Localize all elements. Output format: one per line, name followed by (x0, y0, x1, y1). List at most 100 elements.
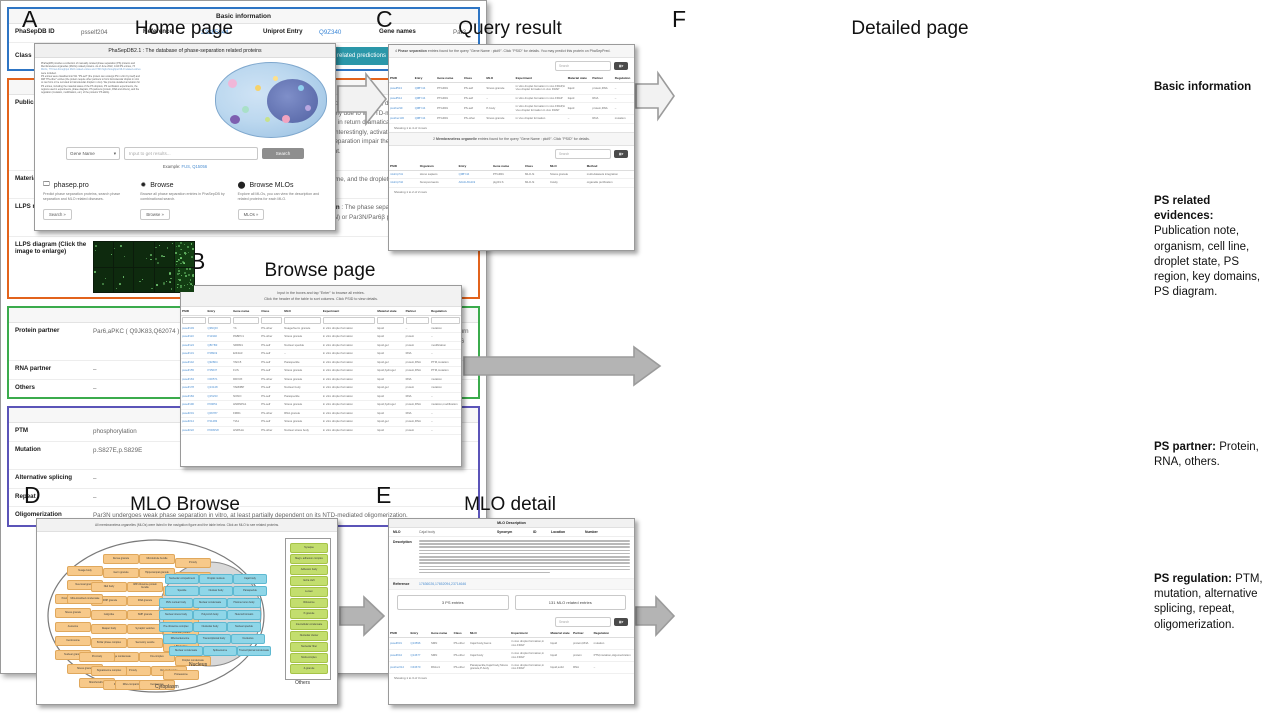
mlo-reference-value[interactable]: 17636026,17652094,23714646 (419, 582, 466, 586)
table-cell[interactable]: psother130 (389, 115, 414, 123)
mlo-chip-cytoplasm[interactable]: B-filar phase complex (91, 638, 127, 648)
table-cell[interactable]: Q15233 (207, 392, 233, 400)
column-header[interactable]: Material state (550, 629, 573, 638)
mlo-chip-other[interactable]: Nucleolar cluster (290, 631, 328, 641)
column-header[interactable]: Experiment (322, 307, 377, 316)
table-cell[interactable]: O43670 (410, 662, 431, 674)
gene-name-select[interactable]: Gene Name ▾ (66, 147, 120, 160)
table-cell[interactable]: psself155 (181, 367, 207, 375)
mlo-chip-cytoplasm[interactable]: P-body (175, 558, 211, 568)
mlo-chip-nucleus[interactable]: Polycomb body (193, 610, 227, 620)
column-header[interactable]: Gene name (430, 629, 453, 638)
column-header[interactable]: MLO (485, 74, 514, 83)
table-cell[interactable]: psself514 (389, 94, 414, 102)
table-cell[interactable]: O00571 (207, 375, 233, 383)
column-filter-input[interactable] (284, 317, 321, 324)
column-header[interactable]: Class (260, 307, 283, 316)
table-cell[interactable]: psself031 (389, 638, 410, 650)
column-filter-input[interactable] (431, 317, 460, 324)
mlo-chip-other[interactable]: Extra cleft (290, 576, 328, 586)
mlo-chip-cytoplasm[interactable]: Synaptic vesicles (127, 624, 163, 634)
table-cell[interactable]: psself124 (181, 341, 207, 349)
column-header[interactable]: Method (586, 162, 634, 171)
column-header[interactable]: Class (453, 629, 469, 638)
mlo-chip-cytoplasm[interactable]: Mito-localized condensate (67, 594, 103, 604)
column-header[interactable]: Class (524, 162, 549, 171)
table-cell[interactable]: Q9NQI0 (207, 325, 233, 333)
mlo-chip-nucleus[interactable]: Histone locus body (227, 598, 261, 608)
mlo-chip-other[interactable]: Magn. adhesion complex (290, 554, 328, 564)
mlo-chip-cytoplasm[interactable]: Stress granule (55, 608, 91, 618)
mlo-chip-nucleus[interactable]: Speckle (165, 586, 199, 596)
column-header[interactable]: Experiment (510, 629, 549, 638)
mlo-chip-nucleus[interactable]: Nuclear stress body (159, 610, 193, 620)
column-filter-input[interactable] (208, 317, 232, 324)
column-header[interactable]: Class (463, 74, 485, 83)
table-cell[interactable]: psself110 (181, 333, 207, 341)
column-header[interactable]: Partner (572, 629, 593, 638)
table-cell[interactable]: Q92804 (207, 358, 233, 366)
table-cell[interactable]: psself201 (181, 409, 207, 417)
mlo-chip-nucleus[interactable]: Pre-ribosome complex (159, 622, 193, 632)
table-cell[interactable]: mlohtp741 (389, 170, 419, 178)
uniprot-entry-value[interactable]: Q9Z340 (319, 28, 379, 38)
mlo-chip-cytoplasm[interactable]: Centrosome (55, 636, 91, 646)
table-cell[interactable]: psself131 (181, 350, 207, 358)
table-cell[interactable]: P0DMV8 (207, 426, 233, 434)
mlo-chip-other[interactable]: Z-granule (290, 664, 328, 674)
table-cell[interactable]: P09651 (207, 401, 233, 409)
mlo-chip-cytoplasm[interactable]: Secretory vesicle (127, 638, 163, 648)
mlo-chip-cytoplasm[interactable]: Axosome (55, 622, 91, 632)
table-cell[interactable]: mlohtp742 (389, 179, 419, 187)
table-cell[interactable]: P35637 (207, 367, 233, 375)
mlo-chip-cytoplasm[interactable]: Reaper body (91, 624, 127, 634)
column-header[interactable]: Material state (376, 307, 404, 316)
column-filter-input[interactable] (261, 317, 282, 324)
mlo-chip-other[interactable]: Lumen (290, 587, 328, 597)
query-search-input-1[interactable]: Search (555, 61, 611, 71)
column-header[interactable]: Material state (567, 74, 592, 83)
mlo-chip-nucleus[interactable]: Nuclear condensate (193, 598, 227, 608)
table-cell[interactable]: psself163 (181, 375, 207, 383)
table-cell[interactable]: Q9BY44 (414, 103, 436, 115)
table-cell[interactable]: Q9BY44 (458, 170, 492, 178)
table-cell[interactable]: P11940 (207, 333, 233, 341)
mlo-chip-nucleus[interactable]: Nuclear condensate (169, 646, 203, 656)
table-cell[interactable]: Q9BY44 (414, 94, 436, 102)
mlo-chip-nucleus[interactable]: Transcriptional body (197, 634, 231, 644)
search-input[interactable]: Input to get results... (124, 147, 258, 160)
mlo-chip-cytoplasm[interactable]: Signalosome complex (91, 666, 127, 676)
column-header[interactable]: PSID (389, 162, 419, 171)
table-cell[interactable]: psself103 (181, 325, 207, 333)
mlo-chip-cytoplasm[interactable]: Dense granule (103, 554, 139, 564)
query-export-button-1[interactable]: ▦▾ (614, 62, 628, 70)
table-cell[interactable]: psself184 (181, 392, 207, 400)
mlo-chip-nucleus[interactable]: Droplet nucleus (199, 574, 233, 584)
mlo-chip-other[interactable]: Synapse (290, 543, 328, 553)
column-header[interactable]: PSID (181, 307, 207, 316)
mlo-chip-cytoplasm[interactable]: Proteasome (163, 670, 199, 680)
mlo-chip-nucleus[interactable]: Transcriptional condensate (237, 646, 271, 656)
column-header[interactable]: Partner (405, 307, 431, 316)
mlo-chip-nucleus[interactable]: Ribonucleosome (163, 634, 197, 644)
mlo-chip-cytoplasm[interactable]: Microtubule bundle (139, 554, 175, 564)
column-header[interactable]: Entry (410, 629, 431, 638)
search-button[interactable]: Search (262, 148, 304, 159)
feature-button-1[interactable]: Browse » (140, 209, 169, 220)
table-cell[interactable]: Q14677 (410, 650, 431, 662)
column-filter-input[interactable] (406, 317, 430, 324)
ps-entries-button[interactable]: 3 PS entries (397, 595, 509, 610)
feature-button-0[interactable]: Search » (43, 209, 72, 220)
mlo-export-button[interactable]: ▦▾ (614, 618, 628, 626)
mlo-chip-other[interactable]: P-granule (290, 609, 328, 619)
column-filter-input[interactable] (377, 317, 403, 324)
column-filter-input[interactable] (182, 317, 206, 324)
column-header[interactable]: Gene name (436, 74, 463, 83)
mlo-chip-other[interactable]: Nucleolar fiber (290, 642, 328, 652)
mlo-search-input[interactable]: Search (555, 617, 611, 627)
column-filter-input[interactable] (323, 317, 376, 324)
table-cell[interactable]: P38919 (207, 350, 233, 358)
table-cell[interactable]: psother012 (389, 662, 410, 674)
mlo-chip-cytoplasm[interactable]: RNA granule (127, 596, 163, 606)
mlo-chip-nucleus[interactable]: PML nuclear body (159, 598, 193, 608)
